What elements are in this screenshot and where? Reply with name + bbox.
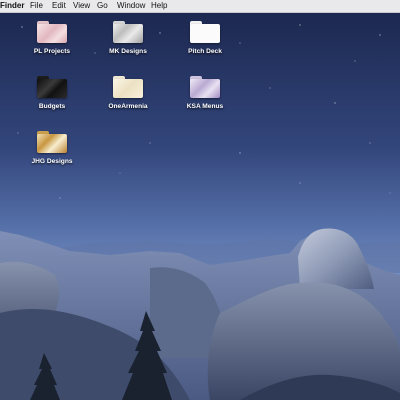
folder-icon <box>190 76 220 98</box>
menu-window[interactable]: Window <box>117 0 145 12</box>
folder-onearmenia[interactable]: OneArmenia <box>92 76 164 111</box>
folder-icon <box>37 76 67 98</box>
folder-icon <box>113 21 143 43</box>
folder-mk-designs[interactable]: MK Designs <box>92 21 164 56</box>
folder-label: PL Projects <box>33 48 71 55</box>
folder-jhg-designs[interactable]: JHG Designs <box>16 131 88 166</box>
folder-icon <box>37 131 67 153</box>
folder-icon <box>190 21 220 43</box>
folder-label: Pitch Deck <box>188 48 222 55</box>
menu-go[interactable]: Go <box>97 0 108 12</box>
desktop-wallpaper: PL Projects MK Designs Pitch Deck Budget… <box>0 13 400 400</box>
menu-file[interactable]: File <box>30 0 43 12</box>
folder-pl-projects[interactable]: PL Projects <box>16 21 88 56</box>
menu-edit[interactable]: Edit <box>52 0 66 12</box>
menu-view[interactable]: View <box>73 0 90 12</box>
menu-help[interactable]: Help <box>151 0 167 12</box>
folder-icon <box>113 76 143 98</box>
folder-ksa-menus[interactable]: KSA Menus <box>169 76 241 111</box>
folder-label: KSA Menus <box>186 103 224 110</box>
folder-pitch-deck[interactable]: Pitch Deck <box>169 21 241 56</box>
menu-finder[interactable]: Finder <box>0 0 24 12</box>
folder-budgets[interactable]: Budgets <box>16 76 88 111</box>
folder-label: OneArmenia <box>108 103 148 110</box>
folder-label: Budgets <box>38 103 66 110</box>
folder-label: MK Designs <box>109 48 147 55</box>
folder-icon <box>37 21 67 43</box>
folder-label: JHG Designs <box>31 158 73 165</box>
mountain-landscape-image <box>0 13 400 400</box>
menu-bar: Finder File Edit View Go Window Help <box>0 0 400 13</box>
